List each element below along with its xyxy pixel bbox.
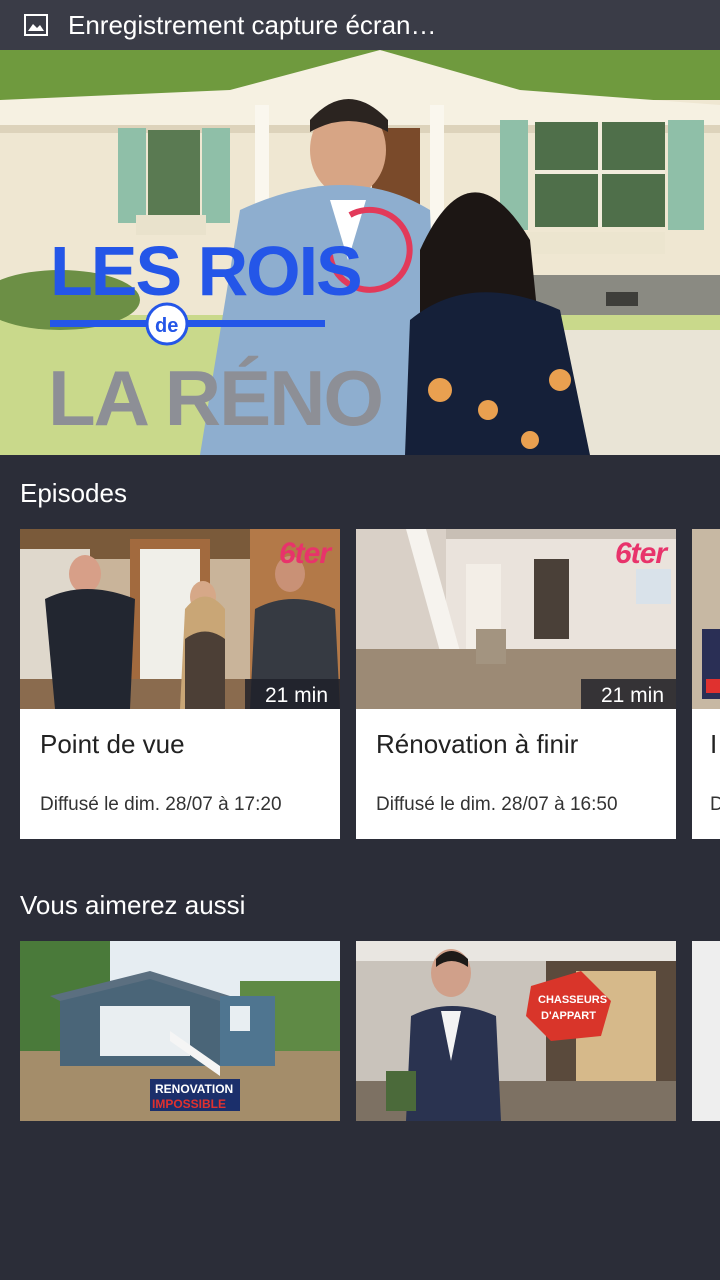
hero-banner[interactable]: LES ROIS de LA RÉNO — [0, 50, 720, 455]
recommendation-card[interactable] — [692, 941, 720, 1121]
episode-title: Rénovation à finir — [376, 729, 579, 759]
episode-air-date: Diffusé le dim. 28/07 à 16:50 — [376, 794, 618, 815]
episodes-carousel[interactable]: 6ter 21 min Point de vue Diffusé le dim.… — [20, 529, 720, 839]
episode-card[interactable]: 6ter 21 min Point de vue Diffusé le dim.… — [20, 529, 340, 839]
duration-badge: 21 min — [244, 679, 340, 709]
show-logo-line2: IMPOSSIBLE — [152, 1097, 226, 1111]
show-logo-line1: RENOVATION — [155, 1082, 233, 1096]
app-screen: Enregistrement capture écran… LES ROIS d… — [0, 0, 720, 1280]
status-bar: Enregistrement capture écran… — [0, 0, 720, 50]
episode-info: Rénovation à finir Diffusé le dim. 28/07… — [356, 709, 676, 839]
recommendation-thumbnail — [692, 941, 720, 1121]
recommendation-thumbnail: RENOVATION IMPOSSIBLE — [20, 941, 340, 1121]
recommendation-card[interactable]: CHASSEURS D'APPART — [356, 941, 676, 1121]
episode-thumbnail — [692, 529, 720, 709]
channel-logo: 6ter — [278, 537, 331, 570]
episode-info: Point de vue Diffusé le dim. 28/07 à 17:… — [20, 709, 340, 839]
episode-title: Point de vue — [40, 729, 185, 759]
channel-logo: 6ter — [614, 537, 667, 570]
episode-air-date: Diffusé le dim. 28/07 à 17:20 — [40, 794, 282, 815]
recommendations-heading: Vous aimerez aussi — [20, 890, 246, 920]
episodes-heading: Episodes — [20, 478, 127, 508]
hero-image: LES ROIS de LA RÉNO — [0, 50, 720, 455]
recommendations-carousel[interactable]: RENOVATION IMPOSSIBLE CHASSEURS D'APPART — [20, 941, 720, 1121]
image-icon — [24, 14, 48, 36]
hero-logo-line2: LA RÉNO — [48, 354, 382, 442]
show-logo-line1: CHASSEURS — [538, 994, 607, 1006]
episode-thumbnail: 6ter 21 min — [20, 529, 340, 709]
recommendation-thumbnail: CHASSEURS D'APPART — [356, 941, 676, 1121]
episode-info: I D — [710, 729, 720, 815]
hero-logo-connector: de — [155, 315, 178, 337]
show-logo-line2: D'APPART — [541, 1010, 596, 1022]
hero-logo-line1: LES ROIS — [50, 232, 361, 310]
notification-text: Enregistrement capture écran… — [68, 9, 437, 40]
episode-thumbnail: 6ter 21 min — [356, 529, 676, 709]
recommendation-card[interactable]: RENOVATION IMPOSSIBLE — [20, 941, 340, 1121]
episode-card[interactable]: I D — [692, 529, 720, 839]
episode-card[interactable]: 6ter 21 min Rénovation à finir Diffusé l… — [356, 529, 676, 839]
duration-badge: 21 min — [580, 679, 676, 709]
